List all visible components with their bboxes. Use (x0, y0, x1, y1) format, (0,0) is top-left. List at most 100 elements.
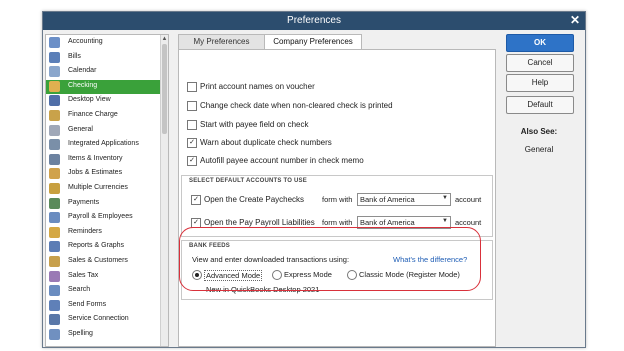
send-forms-icon (49, 299, 60, 311)
window-title: Preferences (287, 15, 341, 26)
sidebar-item-label: Send Forms (68, 300, 107, 308)
integrated-applications-icon (49, 139, 60, 151)
sidebar-item-reports-graphs[interactable]: Reports & Graphs (46, 240, 162, 254)
sidebar-item-label: Spelling (68, 330, 93, 337)
selected-account: Bank of America (360, 195, 415, 204)
sidebar-scrollbar[interactable]: ▲ (160, 35, 168, 346)
cancel-button[interactable]: Cancel (506, 54, 574, 72)
highlight-oval (179, 227, 481, 291)
multiple-currencies-icon (49, 183, 60, 194)
option-label: Print account names on voucher (200, 82, 315, 91)
option-label: Start with payee field on check (200, 120, 309, 129)
sales-customers-icon (49, 256, 60, 267)
sidebar-item-label: Jobs & Estimates (68, 169, 123, 177)
account-suffix: account (455, 195, 482, 204)
items-inventory-icon (49, 153, 60, 165)
account-select[interactable]: Bank of America ▼ (357, 193, 451, 206)
sidebar-item-label: Desktop View (68, 96, 111, 104)
reminders-icon (49, 226, 60, 238)
sidebar-item-label: Calendar (68, 67, 97, 75)
sidebar-item-label: Integrated Applications (68, 140, 139, 148)
sidebar-item-desktop-view[interactable]: Desktop View (46, 94, 162, 108)
also-see-general-link[interactable]: General (506, 145, 572, 154)
reports-graphs-icon (49, 241, 60, 253)
sidebar-item-service-connection[interactable]: Service Connection (46, 313, 162, 327)
sidebar-item-label: Bills (68, 52, 81, 60)
sidebar-item-label: Checking (68, 81, 98, 89)
sidebar-item-label: General (68, 125, 93, 133)
sidebar-item-label: Reminders (68, 227, 102, 235)
sidebar-item-sales-customers[interactable]: Sales & Customers (46, 255, 162, 269)
company-preferences-panel: Print account names on voucher Change ch… (178, 49, 496, 347)
chevron-down-icon[interactable]: ▼ (442, 195, 448, 201)
selected-account: Bank of America (360, 218, 415, 227)
sidebar-item-payroll-employees[interactable]: Payroll & Employees (46, 211, 162, 225)
also-see-title: Also See: (520, 127, 558, 136)
account-suffix: account (455, 218, 482, 227)
checkbox[interactable] (187, 101, 197, 111)
scroll-up-icon[interactable]: ▲ (161, 35, 168, 43)
option-label: Autofill payee account number in check m… (200, 156, 364, 165)
option-label: Warn about duplicate check numbers (200, 138, 332, 147)
close-icon[interactable]: ✕ (570, 13, 580, 27)
checkbox[interactable]: ✓ (187, 156, 197, 166)
sidebar-item-calendar[interactable]: Calendar (46, 65, 162, 79)
sidebar-item-integrated-applications[interactable]: Integrated Applications (46, 138, 162, 152)
sidebar-item-sales-tax[interactable]: Sales Tax (46, 270, 162, 284)
sidebar-item-label: Payments (68, 198, 100, 206)
sidebar-item-send-forms[interactable]: Send Forms (46, 299, 162, 313)
default-account-row-paychecks: ✓ Open the Create Paychecks form with Ba… (191, 193, 491, 206)
sidebar-item-reminders[interactable]: Reminders (46, 226, 162, 240)
spelling-icon (49, 329, 60, 340)
sidebar-item-items-inventory[interactable]: Items & Inventory (46, 153, 162, 167)
sidebar-item-label: Reports & Graphs (68, 242, 125, 250)
sidebar-item-label: Service Connection (68, 315, 129, 323)
sidebar-item-bills[interactable]: Bills (46, 51, 162, 65)
sidebar-item-search[interactable]: Search (46, 284, 162, 298)
checkbox[interactable] (187, 82, 197, 92)
scroll-thumb[interactable] (162, 44, 167, 134)
title-bar: Preferences ✕ (43, 12, 585, 30)
jobs-estimates-icon (49, 168, 60, 180)
checkbox[interactable] (187, 120, 197, 130)
form-with-label: form with (322, 218, 353, 227)
sidebar-item-payments[interactable]: Payments (46, 197, 162, 211)
chevron-down-icon[interactable]: ▼ (442, 218, 448, 224)
row-label: Open the Pay Payroll Liabilities (204, 218, 315, 227)
ok-button[interactable]: OK (506, 34, 574, 52)
row-label: Open the Create Paychecks (204, 195, 305, 204)
option-label: Change check date when non-cleared check… (200, 101, 393, 110)
help-button[interactable]: Help (506, 74, 574, 92)
sidebar-item-general[interactable]: General (46, 124, 162, 138)
sidebar-item-label: Multiple Currencies (68, 184, 128, 191)
sidebar-item-label: Sales Tax (68, 271, 99, 279)
sales-tax-icon (49, 270, 60, 282)
checkbox[interactable]: ✓ (191, 195, 201, 205)
checking-icon (49, 80, 60, 92)
preferences-sidebar: Accounting Bills Calendar Checking Desktop V… (45, 34, 169, 347)
payroll-employees-icon (49, 212, 60, 224)
accounting-icon (49, 37, 60, 48)
desktop-view-icon (49, 95, 60, 107)
group-title: SELECT DEFAULT ACCOUNTS TO USE (189, 178, 307, 184)
sidebar-item-spelling[interactable]: Spelling (46, 328, 162, 342)
sidebar-item-label: Items & Inventory (68, 154, 123, 162)
sidebar-item-multiple-currencies[interactable]: Multiple Currencies (46, 182, 162, 196)
form-with-label: form with (322, 195, 353, 204)
sidebar-item-label: Accounting (68, 38, 103, 45)
checkbox[interactable]: ✓ (187, 138, 197, 148)
tab-my-preferences[interactable]: My Preferences (178, 34, 265, 50)
sidebar-item-checking[interactable]: Checking (46, 79, 162, 94)
service-connection-icon (49, 314, 60, 326)
sidebar-item-label: Payroll & Employees (68, 213, 133, 221)
calendar-icon (49, 66, 60, 78)
sidebar-item-accounting[interactable]: Accounting (46, 36, 162, 50)
sidebar-item-finance-charge[interactable]: Finance Charge (46, 109, 162, 123)
tab-company-preferences[interactable]: Company Preferences (264, 34, 362, 49)
finance-charge-icon (49, 110, 60, 121)
sidebar-item-jobs-estimates[interactable]: Jobs & Estimates (46, 167, 162, 181)
sidebar-item-label: Search (68, 286, 91, 294)
default-button[interactable]: Default (506, 96, 574, 114)
bills-icon (49, 51, 60, 63)
search-icon (49, 285, 60, 297)
